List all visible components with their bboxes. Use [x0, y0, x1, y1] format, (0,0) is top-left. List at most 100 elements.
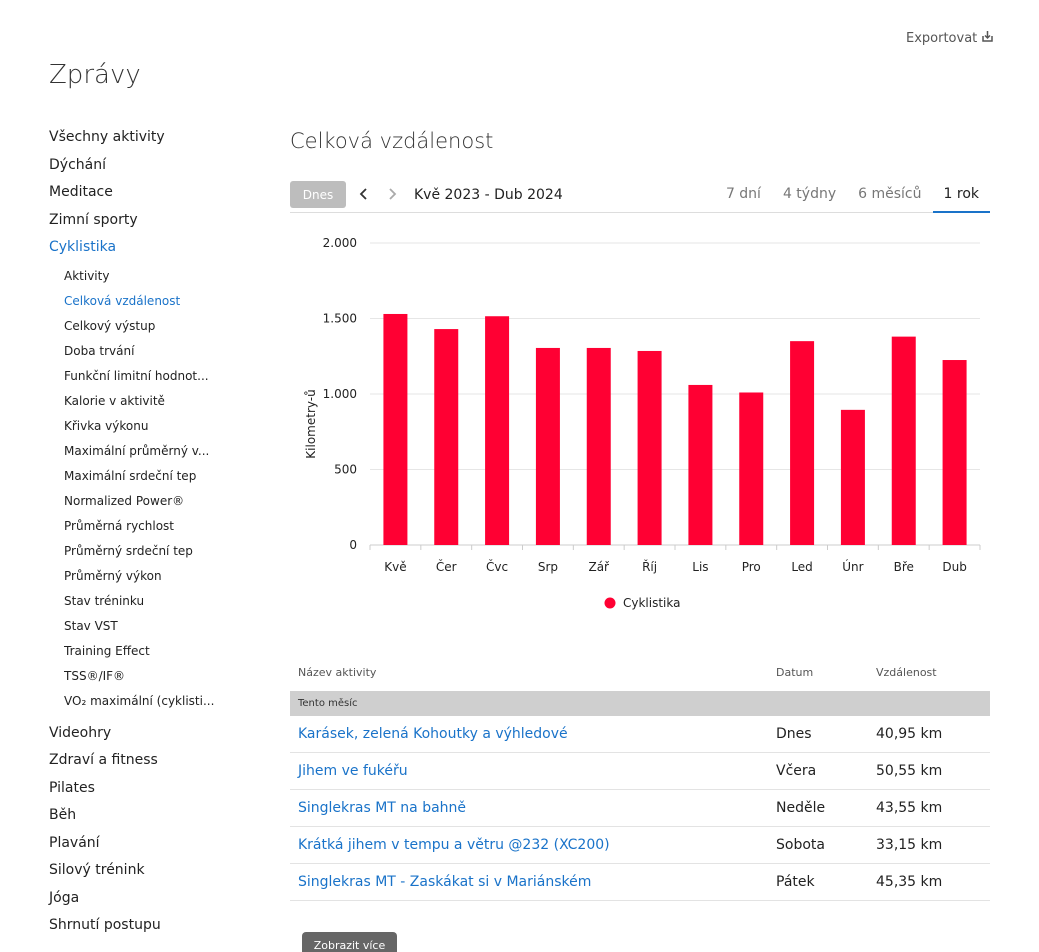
activity-date: Dnes — [776, 726, 812, 742]
activity-link[interactable]: Jihem ve fukéřu — [298, 763, 408, 779]
y-tick-label: 500 — [334, 463, 357, 477]
show-more-button[interactable]: Zobrazit více — [302, 932, 397, 952]
bar — [739, 392, 764, 545]
sidebar-item-1[interactable]: Dýchání — [49, 152, 269, 180]
x-tick-label: Zář — [588, 560, 610, 574]
tab-period-1[interactable]: 4 týdny — [772, 181, 847, 213]
y-axis-label: Kilometry-ů — [304, 389, 318, 458]
x-tick-label: Led — [791, 560, 812, 574]
sidebar-subitem-10[interactable]: Průměrná rychlost — [64, 514, 269, 539]
chevron-right-icon[interactable] — [382, 184, 402, 204]
x-tick-label: Srp — [538, 560, 558, 574]
activity-name-cell: Karásek, zelená Kohoutky a výhledové — [290, 726, 776, 742]
sidebar-subitem-9[interactable]: Normalized Power® — [64, 489, 269, 514]
header-date[interactable]: Datum — [776, 666, 876, 679]
y-tick-label: 1.500 — [323, 312, 357, 326]
sidebar-item-4[interactable]: Cyklistika — [49, 234, 269, 262]
sidebar-subitem-6[interactable]: Křivka výkonu — [64, 414, 269, 439]
table-row: Jihem ve fukéřu Včera 50,55 km — [290, 753, 990, 790]
bar — [535, 347, 560, 545]
sidebar-subitem-7[interactable]: Maximální průměrný v... — [64, 439, 269, 464]
sidebar-item-2[interactable]: Meditace — [49, 179, 269, 207]
x-tick-label: Říj — [642, 559, 657, 574]
sidebar-subitem-8[interactable]: Maximální srdeční tep — [64, 464, 269, 489]
activity-name-cell: Jihem ve fukéřu — [290, 763, 776, 779]
x-tick-label: Lis — [692, 560, 708, 574]
bar — [586, 347, 611, 545]
sidebar-subitem-14[interactable]: Stav VST — [64, 614, 269, 639]
sidebar-subitem-3[interactable]: Doba trvání — [64, 339, 269, 364]
x-tick-label: Pro — [742, 560, 761, 574]
sidebar-subitem-0[interactable]: Aktivity — [64, 264, 269, 289]
activity-date: Včera — [776, 763, 817, 779]
today-button[interactable]: Dnes — [290, 181, 346, 208]
activity-link[interactable]: Krátká jihem v tempu a větru @232 (XC200… — [298, 837, 610, 853]
chart-title: Celková vzdálenost — [290, 129, 494, 153]
x-tick-label: Bře — [894, 560, 914, 574]
sidebar-subitem-1[interactable]: Celková vzdálenost — [64, 289, 269, 314]
bar — [637, 350, 662, 545]
sidebar-item-lower-6[interactable]: Jóga — [49, 885, 269, 913]
activity-distance: 50,55 km — [876, 763, 943, 779]
sidebar-subitem-12[interactable]: Průměrný výkon — [64, 564, 269, 589]
y-tick-label: 1.000 — [323, 387, 357, 401]
period-tabs: 7 dní 4 týdny 6 měsíců 1 rok — [715, 181, 990, 213]
bar — [485, 316, 510, 545]
sidebar-subitem-2[interactable]: Celkový výstup — [64, 314, 269, 339]
cycling-submenu: Aktivity Celková vzdálenost Celkový výstup… — [49, 262, 269, 720]
table-row: Singlekras MT na bahně Neděle 43,55 km — [290, 790, 990, 827]
sidebar-subitem-5[interactable]: Kalorie v aktivitě — [64, 389, 269, 414]
tab-period-0[interactable]: 7 dní — [715, 181, 772, 213]
activities-table: Název aktivity Datum Vzdálenost Tento mě… — [290, 654, 990, 901]
table-row: Singlekras MT - Zaskákat si v Mariánském… — [290, 864, 990, 901]
sidebar: Všechny aktivity Dýchání Meditace Zimní spo… — [49, 124, 269, 940]
sidebar-subitem-13[interactable]: Stav tréninku — [64, 589, 269, 614]
sidebar-item-lower-5[interactable]: Silový trénink — [49, 857, 269, 885]
bar — [688, 384, 713, 545]
activity-distance: 43,55 km — [876, 800, 943, 816]
activity-link[interactable]: Karásek, zelená Kohoutky a výhledové — [298, 726, 568, 742]
tab-period-2[interactable]: 6 měsíců — [847, 181, 932, 213]
sidebar-item-0[interactable]: Všechny aktivity — [49, 124, 269, 152]
activity-link[interactable]: Singlekras MT na bahně — [298, 800, 466, 816]
legend-marker — [604, 597, 616, 609]
activity-name-cell: Krátká jihem v tempu a větru @232 (XC200… — [290, 837, 776, 853]
date-range-label: Kvě 2023 - Dub 2024 — [414, 187, 563, 203]
tab-period-3[interactable]: 1 rok — [932, 181, 990, 213]
y-tick-label: 0 — [349, 538, 357, 552]
sidebar-subitem-17[interactable]: VO₂ maximální (cyklisti... — [64, 689, 269, 714]
bar — [434, 329, 459, 545]
export-icon — [981, 30, 994, 47]
sidebar-item-lower-2[interactable]: Pilates — [49, 775, 269, 803]
sidebar-item-lower-4[interactable]: Plavání — [49, 830, 269, 858]
group-row: Tento měsíc — [290, 691, 990, 716]
bar-chart: 0 500 1.000 1.500 2.000 Kvě Čer Čvc Srp Zář Říj Lis… — [290, 225, 990, 625]
sidebar-subitem-4[interactable]: Funkční limitní hodnot... — [64, 364, 269, 389]
header-distance[interactable]: Vzdálenost — [876, 666, 990, 679]
activity-date: Neděle — [776, 800, 826, 816]
legend-label: Cyklistika — [623, 596, 680, 610]
activity-date: Sobota — [776, 837, 825, 853]
sidebar-subitem-16[interactable]: TSS®/IF® — [64, 664, 269, 689]
activity-name-cell: Singlekras MT na bahně — [290, 800, 776, 816]
sidebar-item-lower-7[interactable]: Shrnutí postupu — [49, 912, 269, 940]
y-tick-label: 2.000 — [323, 236, 357, 250]
sidebar-subitem-11[interactable]: Průměrný srdeční tep — [64, 539, 269, 564]
x-tick-label: Kvě — [384, 560, 406, 574]
export-button[interactable]: Exportovat — [906, 30, 994, 47]
chevron-left-icon[interactable] — [354, 184, 374, 204]
activity-distance: 45,35 km — [876, 874, 943, 890]
activity-link[interactable]: Singlekras MT - Zaskákat si v Mariánském — [298, 874, 591, 890]
sidebar-item-lower-3[interactable]: Běh — [49, 802, 269, 830]
activity-distance: 40,95 km — [876, 726, 943, 742]
table-header: Název aktivity Datum Vzdálenost — [290, 654, 990, 691]
table-row: Krátká jihem v tempu a větru @232 (XC200… — [290, 827, 990, 864]
activity-date: Pátek — [776, 874, 815, 890]
sidebar-item-3[interactable]: Zimní sporty — [49, 207, 269, 235]
activity-name-cell: Singlekras MT - Zaskákat si v Mariánském — [290, 874, 776, 890]
sidebar-subitem-15[interactable]: Training Effect — [64, 639, 269, 664]
header-name[interactable]: Název aktivity — [290, 666, 776, 679]
sidebar-item-lower-1[interactable]: Zdraví a fitness — [49, 747, 269, 775]
sidebar-item-lower-0[interactable]: Videohry — [49, 720, 269, 748]
table-row: Karásek, zelená Kohoutky a výhledové Dnes… — [290, 716, 990, 753]
